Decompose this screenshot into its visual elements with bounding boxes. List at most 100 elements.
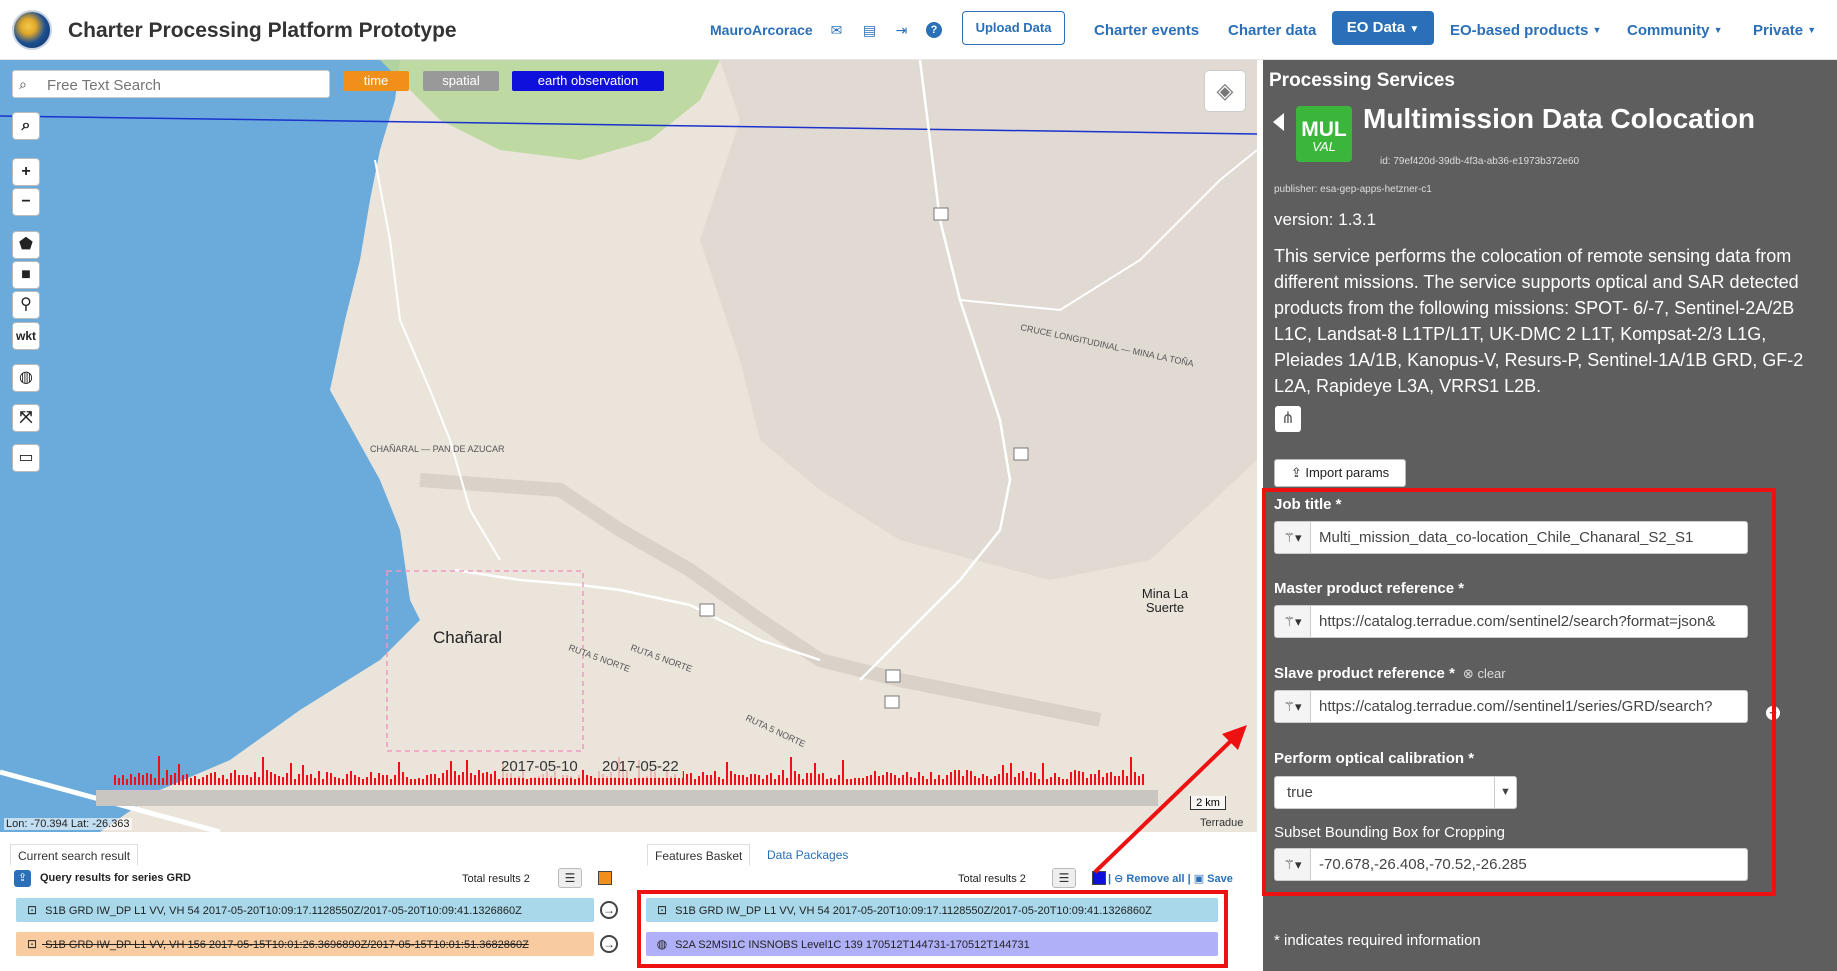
optical-calibration-value: true (1287, 784, 1313, 801)
timeline-tick (1046, 779, 1048, 785)
timeline-tick (746, 777, 748, 785)
master-product-field[interactable]: ⚚▾ https://catalog.terradue.com/sentinel2… (1274, 605, 1748, 638)
timeline-end-date[interactable]: 2017-05-22 (598, 756, 683, 778)
master-product-input[interactable]: https://catalog.terradue.com/sentinel2/s… (1319, 606, 1743, 637)
measure-tool[interactable]: ▭ (12, 444, 40, 472)
tag-time[interactable]: time (343, 71, 409, 91)
wkt-tool[interactable]: wkt (12, 322, 40, 350)
back-arrow-icon[interactable] (1273, 113, 1284, 131)
optical-calibration-select[interactable]: true ▼ (1274, 776, 1517, 809)
timeline-tick (634, 778, 636, 785)
user-link[interactable]: MauroArcorace (710, 0, 813, 60)
timeline-tick (1106, 773, 1108, 785)
map-attribution[interactable]: Terradue (1200, 817, 1243, 829)
user-name[interactable]: MauroArcorace (710, 22, 813, 38)
search-input[interactable] (47, 74, 317, 96)
caret-down-icon: ▼ (1409, 24, 1420, 35)
zoom-out-button[interactable]: − (12, 188, 40, 216)
basket-row[interactable]: ◍ S2A S2MSI1C INSNOBS Level1C 139 170512… (646, 932, 1218, 956)
search-bar[interactable]: ⌕ (12, 70, 330, 98)
basket-color-swatch[interactable] (1092, 871, 1106, 885)
job-title-input[interactable]: Multi_mission_data_co-location_Chile_Cha… (1319, 522, 1743, 553)
timeline-bar[interactable] (96, 790, 1158, 806)
job-title-field[interactable]: ⚚▾ Multi_mission_data_co-location_Chile_C… (1274, 521, 1748, 554)
magic-wand-icon[interactable]: ⚚▾ (1275, 691, 1311, 722)
bbox-input[interactable]: -70.678,-26.408,-70.52,-26.285 (1319, 849, 1743, 880)
panel-title: Processing Services (1269, 70, 1455, 91)
tab-data-packages[interactable]: Data Packages (760, 844, 855, 866)
timeline-start-date[interactable]: 2017-05-10 (497, 756, 582, 778)
timeline-tick (874, 771, 876, 785)
nav-charter-data[interactable]: Charter data (1228, 0, 1316, 60)
tab-current-search-result[interactable]: Current search result (10, 844, 139, 866)
badge-top-text: MUL (1301, 118, 1347, 141)
timeline-tick (350, 771, 352, 785)
app-logo[interactable] (12, 10, 52, 50)
result-row[interactable]: ⊡ S1B GRD IW_DP L1 VV, VH 54 2017-05-20T… (16, 898, 594, 922)
upload-data-button[interactable]: Upload Data (962, 11, 1065, 45)
nav-eo-based-products-label: EO-based products (1450, 21, 1589, 39)
layers-button[interactable]: ◈ (1204, 70, 1246, 112)
clear-link[interactable]: ⊗ clear (1463, 666, 1506, 681)
service-id: id: 79ef420d-39db-4f3a-ab36-e1973b372e60 (1380, 156, 1580, 167)
timeline-tick (534, 777, 536, 785)
chevron-down-icon: ▼ (1494, 777, 1516, 808)
timeline-tick (262, 757, 264, 785)
slave-product-input[interactable]: https://catalog.terradue.com//sentinel1/… (1319, 691, 1743, 722)
timeline-tick (730, 771, 732, 785)
nav-eo-based-products[interactable]: EO-based products ▼ (1450, 0, 1601, 60)
tab-features-basket[interactable]: Features Basket (647, 844, 751, 866)
timeline-tick (186, 774, 188, 785)
share-icon[interactable]: ⋔ (1275, 406, 1301, 432)
globe-tool[interactable]: ◍ (12, 364, 40, 392)
tag-earth-observation[interactable]: earth observation (512, 71, 664, 91)
timeline-tick (294, 779, 296, 785)
result-row[interactable]: ⊡ S1B GRD IW_DP L1 VV, VH 156 2017-05-15… (16, 932, 594, 956)
zoom-search-tool[interactable]: ⌕ (12, 112, 40, 140)
fullscreen-tool[interactable]: ⤧ (12, 404, 40, 432)
help-icon[interactable]: ? (926, 22, 942, 38)
envelope-icon[interactable]: ✉ (828, 22, 845, 38)
search-icon: ⌕ (21, 117, 31, 134)
draw-polygon-tool[interactable]: ⬟ (12, 231, 40, 259)
tag-spatial[interactable]: spatial (423, 71, 499, 91)
magic-wand-icon[interactable]: ⚚▾ (1275, 849, 1311, 880)
top-header: Charter Processing Platform Prototype Ma… (0, 0, 1837, 60)
results-color-swatch[interactable] (598, 871, 612, 885)
clear-label: clear (1477, 666, 1506, 681)
map-basemap: CRUCE LONGITUDINAL — MINA LA TOÑA RUTA 5… (0, 60, 1257, 832)
map-view[interactable]: CRUCE LONGITUDINAL — MINA LA TOÑA RUTA 5… (0, 60, 1257, 832)
zoom-in-button[interactable]: + (12, 158, 40, 186)
nav-charter-events[interactable]: Charter events (1094, 0, 1199, 60)
basket-row[interactable]: ⊡ S1B GRD IW_DP L1 VV, VH 54 2017-05-20T… (646, 898, 1218, 922)
magic-wand-icon[interactable]: ⚚▾ (1275, 522, 1311, 553)
arrow-right-icon[interactable]: → (600, 935, 618, 953)
timeline-tick (222, 775, 224, 785)
save-link[interactable]: ▣ Save (1194, 873, 1233, 885)
draw-point-tool[interactable]: ⚲ (12, 291, 40, 319)
share-icon[interactable]: ⇪ (14, 870, 31, 887)
sign-out-icon[interactable]: ⇥ (893, 22, 910, 38)
basket-list-view-button[interactable]: ☰ (1052, 868, 1076, 888)
timeline-tick (410, 779, 412, 785)
timeline-tick (770, 773, 772, 785)
layers-icon: ◈ (1216, 78, 1234, 103)
timeline-tick (470, 773, 472, 785)
arrow-right-icon[interactable]: → (600, 901, 618, 919)
import-params-button[interactable]: ⇪ Import params (1274, 459, 1406, 487)
draw-box-tool[interactable]: ■ (12, 261, 40, 289)
magic-wand-icon[interactable]: ⚚▾ (1275, 606, 1311, 637)
slave-product-field[interactable]: ⚚▾ https://catalog.terradue.com//sentinel… (1274, 690, 1748, 723)
nav-community[interactable]: Community ▼ (1627, 0, 1723, 60)
add-value-icon[interactable]: + (1766, 706, 1780, 720)
bbox-field[interactable]: ⚚▾ -70.678,-26.408,-70.52,-26.285 (1274, 848, 1748, 881)
nav-private[interactable]: Private ▼ (1753, 0, 1816, 60)
book-icon[interactable]: ▤ (861, 22, 878, 38)
timeline-tick (890, 773, 892, 785)
remove-all-link[interactable]: ⊖ Remove all (1114, 873, 1184, 885)
timeline-tick (134, 777, 136, 785)
list-view-button[interactable]: ☰ (558, 868, 582, 888)
timeline-tick (658, 777, 660, 785)
timeline-tick (986, 776, 988, 785)
nav-eo-data[interactable]: EO Data ▼ (1332, 11, 1434, 45)
